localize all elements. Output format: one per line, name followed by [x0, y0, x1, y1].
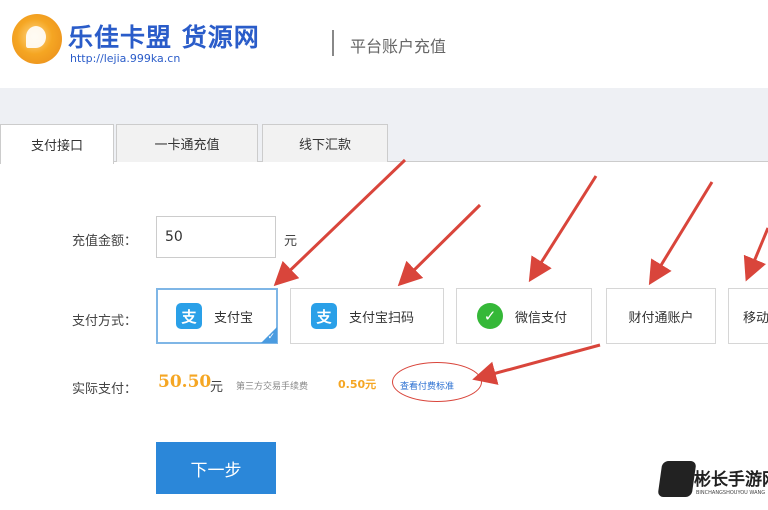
actual-payment-label: 实际支付： [72, 382, 138, 397]
watermark-subtext: BINCHANGSHOUYOU WANG [696, 490, 766, 496]
amount-input[interactable] [156, 216, 276, 258]
tab-card-recharge[interactable]: 一卡通充值 [116, 124, 258, 162]
amount-unit: 元 [284, 234, 298, 249]
tab-offline-remittance[interactable]: 线下汇款 [262, 124, 388, 162]
payment-option-label: 支付宝 [214, 310, 254, 326]
watermark-text: 彬长手游网 [694, 470, 768, 490]
check-mark-icon: ✓ [267, 332, 275, 342]
payment-option-tenpay[interactable]: 财付通账户 [606, 288, 716, 344]
brand-url[interactable]: http://lejia.999ka.cn [70, 52, 180, 65]
page-header: 乐佳卡盟 货源网 http://lejia.999ka.cn 平台账户充值 [0, 0, 768, 88]
annotation-circle [392, 362, 482, 402]
next-step-button[interactable]: 下一步 [156, 442, 276, 494]
payment-option-label: 支付宝扫码 [349, 310, 415, 326]
payment-option-wechat[interactable]: ✓ 微信支付 [456, 288, 592, 344]
fee-amount: 0.50元 [338, 378, 377, 391]
alipay-icon: 支 [311, 303, 337, 329]
actual-payment-unit: 元 [210, 380, 224, 395]
payment-option-mobile[interactable]: 移动 [728, 288, 768, 344]
header-band [0, 88, 768, 120]
alipay-icon: 支 [176, 303, 202, 329]
payment-option-alipay[interactable]: 支 支付宝 ✓ [156, 288, 278, 344]
payment-option-alipay-qr[interactable]: 支 支付宝扫码 [290, 288, 444, 344]
amount-label: 充值金额： [72, 234, 138, 249]
brand-logo-icon [12, 14, 62, 64]
watermark-logo-icon [657, 461, 697, 497]
tab-payment-interface[interactable]: 支付接口 [0, 124, 114, 164]
header-divider [332, 30, 334, 56]
payment-option-label: 财付通账户 [628, 310, 694, 326]
brand-title: 乐佳卡盟 货源网 [68, 23, 260, 52]
payment-method-label: 支付方式： [72, 314, 138, 329]
wechat-icon: ✓ [477, 303, 503, 329]
page-subtitle: 平台账户充值 [350, 37, 447, 56]
fee-note: 第三方交易手续费 [236, 382, 309, 392]
payment-option-label: 移动 [743, 310, 768, 326]
payment-option-label: 微信支付 [515, 310, 568, 326]
watermark: 彬长手游网 BINCHANGSHOUYOU WANG [657, 455, 768, 510]
actual-payment-amount: 50.50 [158, 372, 212, 392]
